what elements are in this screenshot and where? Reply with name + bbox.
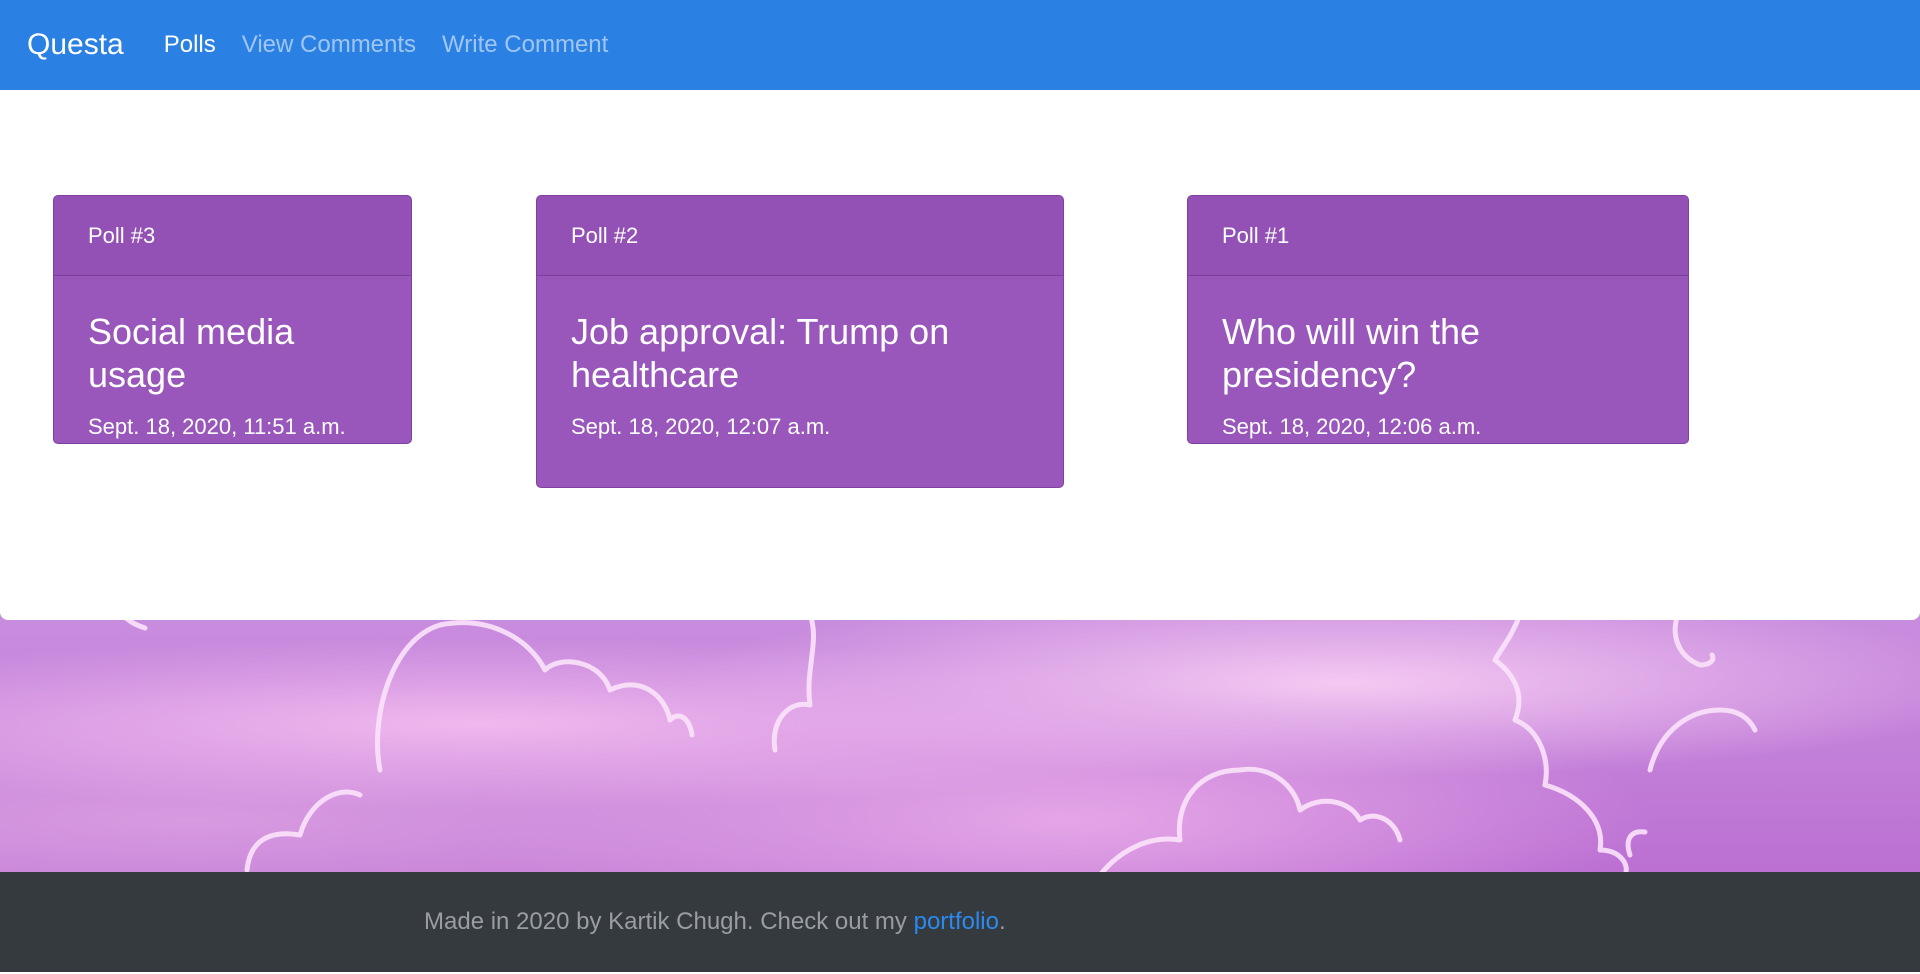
poll-card-header: Poll #3 xyxy=(54,196,411,276)
footer-credit-suffix: . xyxy=(998,908,1006,935)
nav-links: Polls View Comments Write Comment xyxy=(164,31,635,59)
poll-card-header: Poll #2 xyxy=(537,196,1063,276)
poll-card[interactable]: Poll #2 Job approval: Trump on healthcar… xyxy=(536,195,1064,488)
poll-date: Sept. 18, 2020, 12:06 a.m. xyxy=(1222,414,1482,439)
portfolio-link[interactable]: portfolio xyxy=(914,908,999,935)
poll-card-header: Poll #1 xyxy=(1188,196,1688,276)
poll-card-body: Who will win the presidency? Sept. 18, 2… xyxy=(1188,276,1688,440)
poll-card[interactable]: Poll #3 Social media usage Sept. 18, 202… xyxy=(53,195,412,444)
poll-card-body: Job approval: Trump on healthcare Sept. … xyxy=(537,276,1063,440)
nav-link-polls[interactable]: Polls xyxy=(164,31,216,59)
poll-card-body: Social media usage Sept. 18, 2020, 11:51… xyxy=(54,276,411,440)
poll-title: Social media usage xyxy=(88,311,295,395)
poll-title: Job approval: Trump on healthcare xyxy=(571,311,950,395)
footer-credit-text: Made in 2020 by Kartik Chugh. Check out … xyxy=(424,908,914,935)
cloud-outlines xyxy=(117,607,1758,875)
poll-date: Sept. 18, 2020, 12:07 a.m. xyxy=(571,414,831,439)
brand-logo-link[interactable]: Questa xyxy=(27,28,124,62)
site-footer: Made in 2020 by Kartik Chugh. Check out … xyxy=(0,872,1920,972)
footer-credit: Made in 2020 by Kartik Chugh. Check out … xyxy=(424,908,1006,936)
poll-card[interactable]: Poll #1 Who will win the presidency? Sep… xyxy=(1187,195,1689,444)
poll-title: Who will win the presidency? xyxy=(1222,311,1481,395)
polls-panel: Poll #3 Social media usage Sept. 18, 202… xyxy=(0,90,1920,620)
cloud-background xyxy=(0,600,1920,875)
nav-link-write-comment[interactable]: Write Comment xyxy=(442,31,608,59)
poll-date: Sept. 18, 2020, 11:51 a.m. xyxy=(88,414,346,439)
nav-link-view-comments[interactable]: View Comments xyxy=(242,31,416,59)
top-navbar: Questa Polls View Comments Write Comment xyxy=(0,0,1920,90)
